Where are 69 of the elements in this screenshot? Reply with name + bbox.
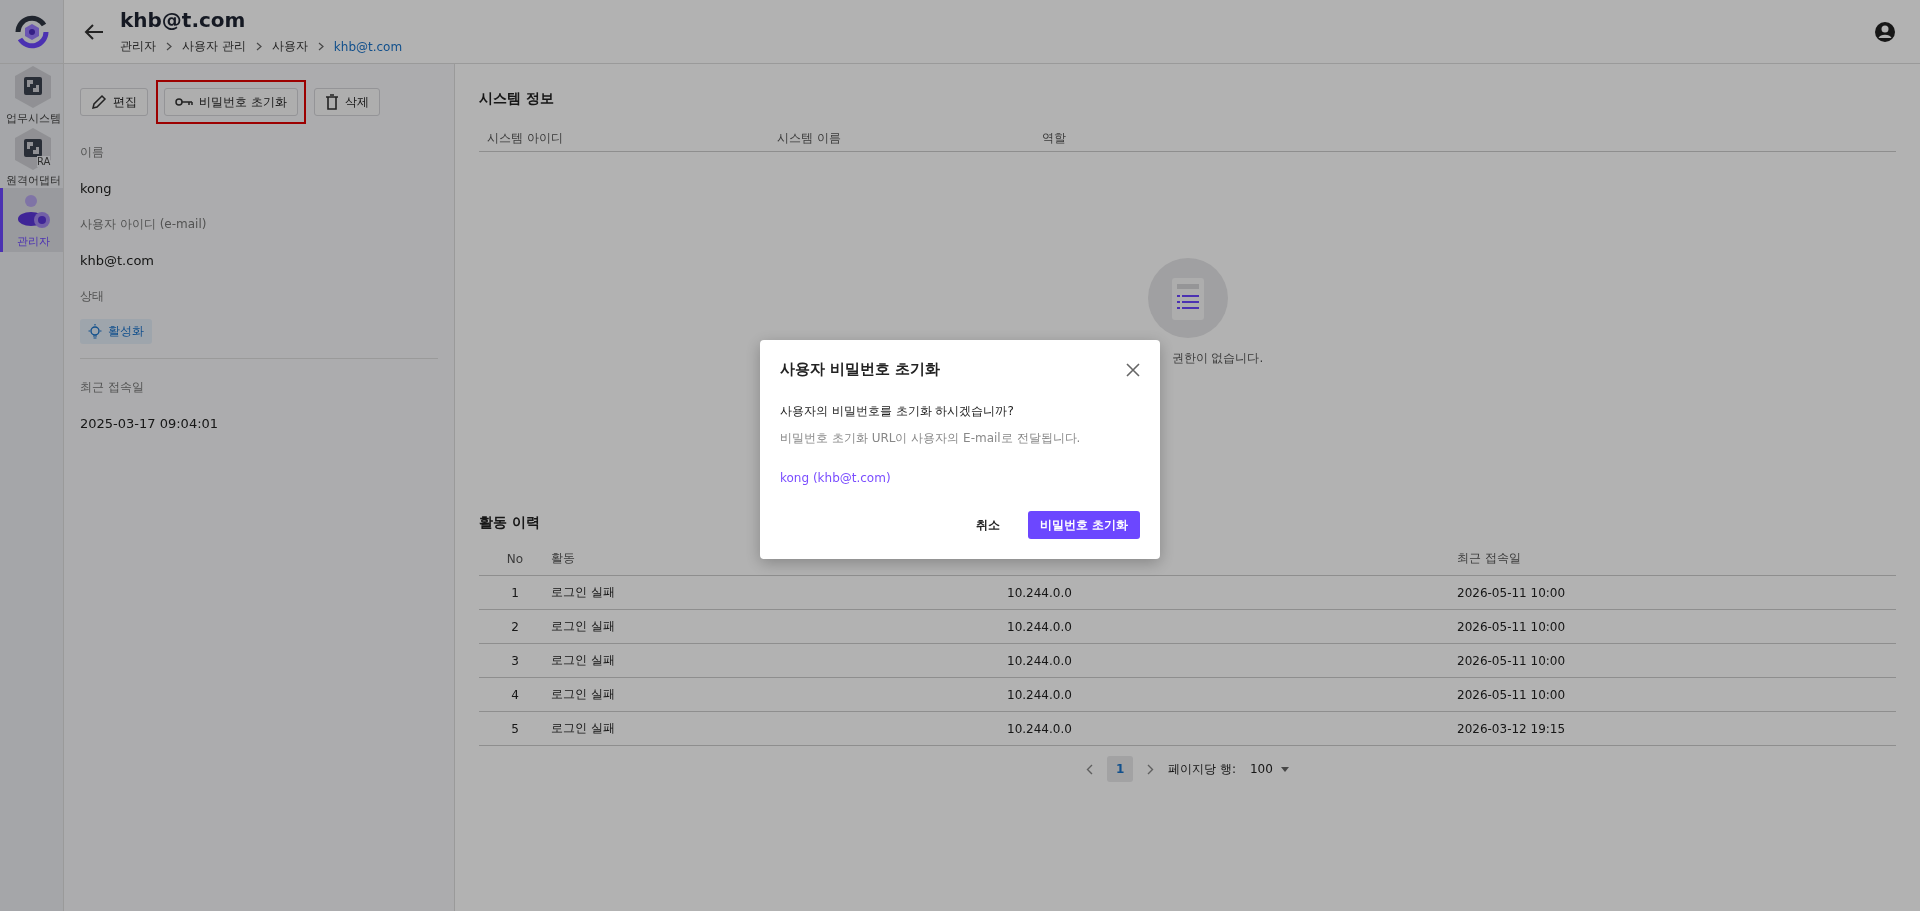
table-cell: 로그인 실패 [551, 720, 615, 737]
table-cell: 5 [511, 721, 519, 736]
table-cell: 10.244.0.0 [1007, 721, 1072, 736]
table-cell: 10.244.0.0 [1007, 687, 1072, 702]
pencil-icon [91, 94, 107, 110]
dialog-note: 비밀번호 초기화 URL이 사용자의 E-mail로 전달됩니다. [780, 430, 1082, 447]
empty-list-icon [1147, 258, 1228, 338]
field-value: kong [80, 181, 113, 196]
dialog-question: 사용자의 비밀번호를 초기화 하시겠습니까? [780, 403, 1015, 420]
table-cell: 로그인 실패 [551, 652, 615, 669]
section-title: 활동 이력 [479, 514, 540, 532]
table-cell: 4 [511, 687, 519, 702]
edit-button[interactable]: 편집 [80, 88, 148, 116]
dialog-title: 사용자 비밀번호 초기화 [780, 360, 941, 379]
table-cell: 로그인 실패 [551, 584, 615, 601]
chevron-icon [255, 42, 262, 51]
table-cell: 10.244.0.0 [1007, 619, 1072, 634]
table-cell: 2026-03-12 19:15 [1457, 721, 1566, 736]
rows-per-page-select[interactable]: 100 [1249, 762, 1289, 776]
trash-icon [324, 94, 339, 110]
column-header: 활동 [551, 550, 575, 567]
target-user: kong (khb@t.com) [780, 471, 892, 485]
table-cell: 로그인 실패 [551, 618, 615, 635]
table-cell: 2026-05-11 10:00 [1457, 619, 1566, 634]
field-label: 상태 [80, 288, 105, 305]
previous-page-icon[interactable] [1086, 763, 1094, 775]
key-icon [175, 97, 193, 107]
confirm-button[interactable]: 비밀번호 초기화 [1027, 511, 1140, 539]
account-icon[interactable] [1874, 20, 1896, 43]
section-title: 시스템 정보 [479, 90, 554, 108]
caret-icon [1280, 766, 1289, 772]
delete-button[interactable]: 삭제 [313, 88, 380, 116]
table-cell: 1 [511, 585, 519, 600]
cancel-button[interactable]: 취소 [963, 511, 1012, 539]
field-label: 사용자 아이디 (e-mail) [80, 216, 208, 233]
table-cell: 2026-05-11 10:00 [1457, 653, 1566, 668]
next-page-icon[interactable] [1147, 763, 1155, 775]
breadcrumb-link[interactable]: 관리자 [120, 38, 156, 55]
rows-per-page-label: 페이지당 행: [1168, 760, 1236, 778]
column-header: 역할 [1041, 130, 1067, 147]
back-arrow-icon[interactable] [84, 22, 104, 41]
table-cell: 로그인 실패 [551, 686, 615, 703]
breadcrumb-current: khb@t.com [333, 39, 403, 54]
column-header: No [506, 551, 524, 566]
key-button[interactable]: 비밀번호 초기화 [164, 88, 298, 116]
page-title: khb@t.com [120, 8, 247, 32]
ra-label: RA [37, 156, 51, 167]
status-badge: 활성화 [80, 319, 152, 344]
field-label: 이름 [80, 144, 105, 161]
breadcrumb-link[interactable]: 사용자 [271, 38, 308, 55]
column-header: 최근 접속일 [1457, 550, 1521, 567]
field-value: khb@t.com [80, 253, 155, 268]
nav-item[interactable]: 업무시스템 [0, 64, 63, 126]
field-value: 2025-03-17 09:04:01 [80, 416, 220, 431]
table-cell: 2026-05-11 10:00 [1457, 585, 1566, 600]
column-header: 시스템 이름 [776, 130, 842, 147]
close-icon[interactable] [1126, 362, 1140, 377]
chevron-icon [166, 42, 172, 51]
field-label: 최근 접속일 [80, 379, 145, 396]
column-header: 시스템 아이디 [486, 130, 564, 147]
breadcrumb-link[interactable]: 사용자 관리 [182, 38, 246, 55]
table-cell: 2026-05-11 10:00 [1457, 687, 1566, 702]
table-cell: 3 [511, 653, 519, 668]
empty-message: 권한이 없습니다. [1171, 350, 1264, 367]
chevron-icon [317, 42, 324, 51]
table-cell: 10.244.0.0 [1007, 585, 1072, 600]
table-cell: 2 [511, 619, 519, 634]
table-cell: 10.244.0.0 [1007, 653, 1072, 668]
nav-item[interactable]: RA 원격어댑터 [0, 126, 63, 188]
